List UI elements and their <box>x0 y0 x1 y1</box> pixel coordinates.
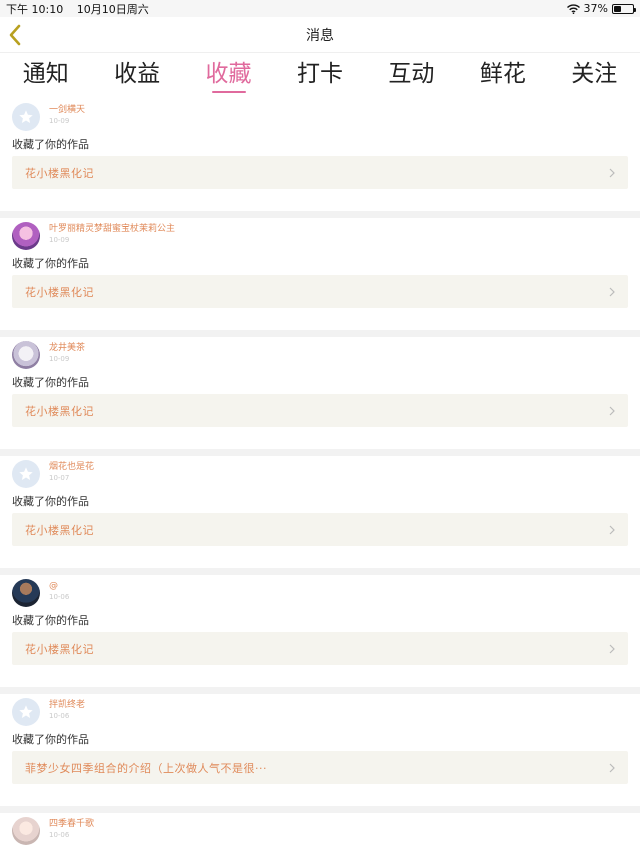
chevron-right-icon <box>609 763 615 772</box>
username[interactable]: @ <box>49 582 69 591</box>
chevron-right-icon <box>609 644 615 653</box>
wifi-icon <box>566 3 580 14</box>
back-button[interactable] <box>6 23 26 47</box>
avatar[interactable] <box>12 341 40 369</box>
list-item: @ 10-06 收藏了你的作品 花小楼黑化记 <box>0 575 640 687</box>
action-text: 收藏了你的作品 <box>12 614 89 627</box>
item-date: 10-06 <box>49 712 70 720</box>
action-text: 收藏了你的作品 <box>12 733 89 746</box>
status-date: 10月10日周六 <box>76 2 149 16</box>
username[interactable]: 叶罗丽精灵梦甜蜜宝杖茉莉公主 <box>49 225 175 234</box>
work-title: 花小楼黑化记 <box>25 523 94 537</box>
chevron-right-icon <box>609 287 615 296</box>
status-time: 下午 10:10 <box>6 2 64 16</box>
nav-bar: 消息 <box>0 17 640 53</box>
page-title: 消息 <box>306 27 334 44</box>
work-link[interactable]: 花小楼黑化记 <box>12 632 628 665</box>
work-title: 花小楼黑化记 <box>25 166 94 180</box>
work-title: 花小楼黑化记 <box>25 285 94 299</box>
avatar[interactable] <box>12 460 40 488</box>
tab-flowers[interactable]: 鲜花 <box>468 53 538 99</box>
item-date: 10-09 <box>49 117 70 125</box>
item-date: 10-06 <box>49 593 70 601</box>
list-item: 四季春千歌 10-06 <box>0 813 640 853</box>
chevron-left-icon <box>9 24 21 46</box>
work-link[interactable]: 花小楼黑化记 <box>12 513 628 546</box>
username[interactable]: 拌凯终老 <box>49 701 85 710</box>
username[interactable]: 一剑横天 <box>49 106 85 115</box>
work-link[interactable]: 花小楼黑化记 <box>12 394 628 427</box>
work-title: 花小楼黑化记 <box>25 404 94 418</box>
message-list: 一剑横天 10-09 收藏了你的作品 花小楼黑化记 叶罗丽精灵梦甜蜜宝杖茉莉公主… <box>0 99 640 853</box>
list-item: 一剑横天 10-09 收藏了你的作品 花小楼黑化记 <box>0 99 640 211</box>
item-date: 10-09 <box>49 236 70 244</box>
avatar[interactable] <box>12 103 40 131</box>
avatar[interactable] <box>12 579 40 607</box>
battery-percent: 37% <box>583 2 608 15</box>
item-date: 10-09 <box>49 355 70 363</box>
action-text: 收藏了你的作品 <box>12 495 89 508</box>
star-icon <box>19 705 33 718</box>
chevron-right-icon <box>609 168 615 177</box>
star-icon <box>19 110 33 123</box>
tab-follow[interactable]: 关注 <box>559 53 629 99</box>
avatar[interactable] <box>12 817 40 845</box>
action-text: 收藏了你的作品 <box>12 257 89 270</box>
tab-bar: 通知 收益 收藏 打卡 互动 鲜花 关注 <box>0 53 640 99</box>
item-date: 10-06 <box>49 831 70 839</box>
action-text: 收藏了你的作品 <box>12 138 89 151</box>
battery-fill <box>614 5 621 12</box>
status-bar: 下午 10:10 10月10日周六 37% <box>0 0 640 17</box>
tab-notice[interactable]: 通知 <box>11 53 81 99</box>
list-item: 叶罗丽精灵梦甜蜜宝杖茉莉公主 10-09 收藏了你的作品 花小楼黑化记 <box>0 218 640 330</box>
username[interactable]: 烟花也是花 <box>49 463 94 472</box>
chevron-right-icon <box>609 525 615 534</box>
tab-checkin[interactable]: 打卡 <box>285 53 355 99</box>
avatar[interactable] <box>12 222 40 250</box>
tab-interact[interactable]: 互动 <box>376 53 446 99</box>
action-text: 收藏了你的作品 <box>12 376 89 389</box>
avatar[interactable] <box>12 698 40 726</box>
username[interactable]: 四季春千歌 <box>49 820 94 829</box>
chevron-right-icon <box>609 406 615 415</box>
tab-favorites[interactable]: 收藏 <box>194 53 264 99</box>
star-icon <box>19 467 33 480</box>
battery-icon <box>612 3 636 14</box>
item-date: 10-07 <box>49 474 70 482</box>
list-item: 拌凯终老 10-06 收藏了你的作品 菲梦少女四季组合的介绍（上次做人气不是很·… <box>0 694 640 806</box>
list-item: 龙井美茶 10-09 收藏了你的作品 花小楼黑化记 <box>0 337 640 449</box>
tab-earnings[interactable]: 收益 <box>102 53 172 99</box>
work-title: 菲梦少女四季组合的介绍（上次做人气不是很··· <box>25 761 267 775</box>
username[interactable]: 龙井美茶 <box>49 344 85 353</box>
work-link[interactable]: 菲梦少女四季组合的介绍（上次做人气不是很··· <box>12 751 628 784</box>
work-title: 花小楼黑化记 <box>25 642 94 656</box>
work-link[interactable]: 花小楼黑化记 <box>12 156 628 189</box>
work-link[interactable]: 花小楼黑化记 <box>12 275 628 308</box>
list-item: 烟花也是花 10-07 收藏了你的作品 花小楼黑化记 <box>0 456 640 568</box>
